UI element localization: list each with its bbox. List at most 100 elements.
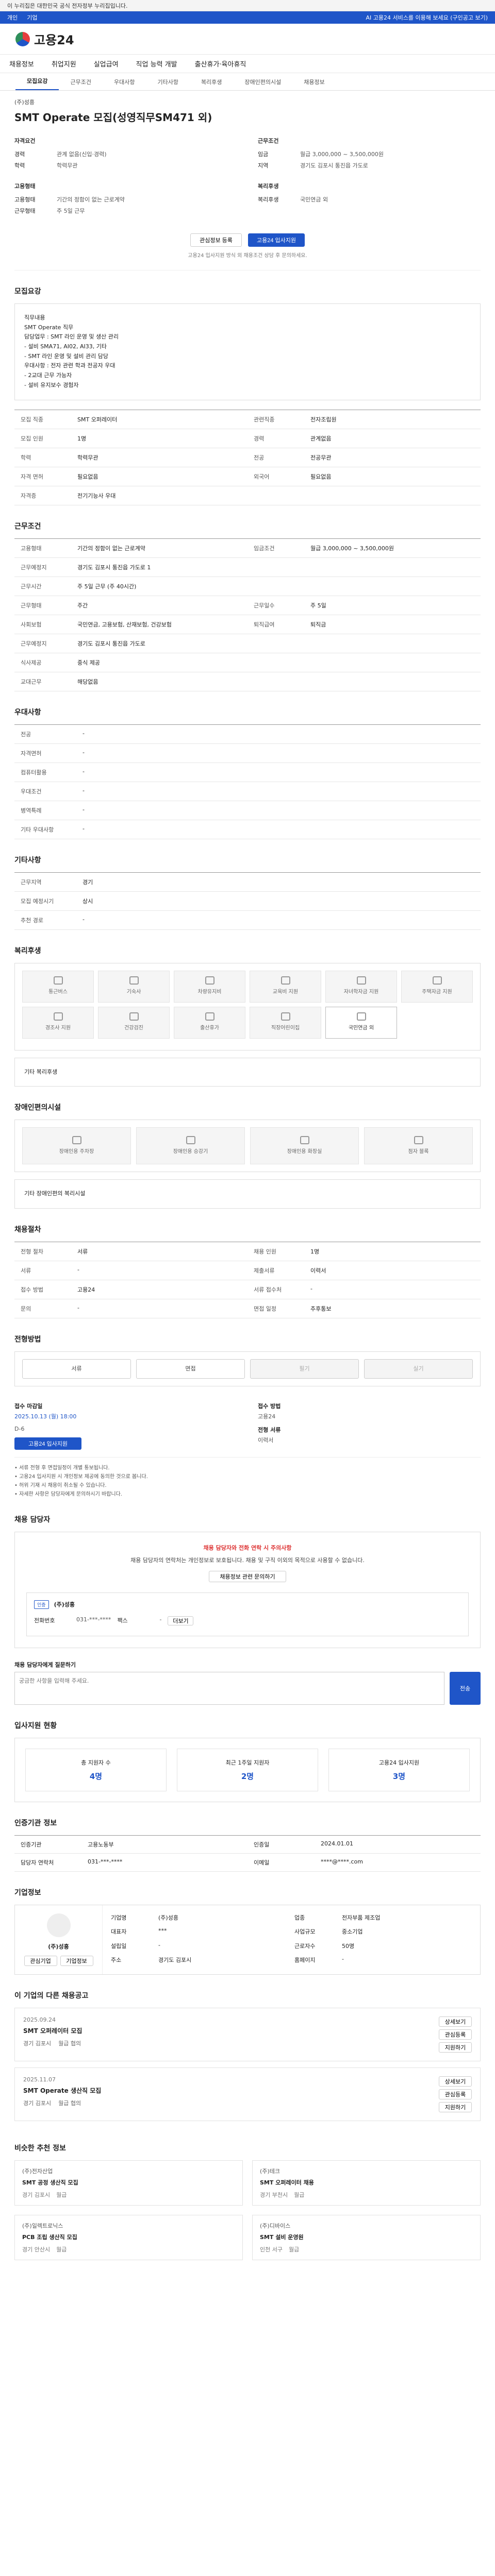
gov-notice-text: 이 누리집은 대한민국 공식 전자정부 누리집입니다. [7, 2, 128, 9]
apply-button[interactable]: 고용24 입사지원 [248, 233, 305, 247]
kv-row: 경력 관계 없음(신입·경력) [14, 151, 107, 158]
interest-button[interactable]: 관심등록 [439, 2089, 472, 2099]
contact-row: 전화번호 031-***-**** 팩스 - 더보기 [34, 1616, 461, 1625]
section-recommend: 비슷한 추천 정보 (주)전자산업 SMT 공정 생산직 모집 경기 김포시 월급 (… [14, 2127, 481, 2260]
inquiry-textarea[interactable] [14, 1671, 444, 1705]
main-nav: 채용정보 취업지원 실업급여 직업 능력 개발 출산휴가·육아휴직 [0, 55, 495, 73]
welfare-icon [129, 1012, 139, 1021]
save-interest-button[interactable]: 관심정보 등록 [190, 233, 242, 247]
contact-warning: 채용 담당자와 전화 연락 시 주의사항 채용 담당자의 연락처는 개인정보로 … [14, 1531, 481, 1648]
method-box: 서류 면접 필기 실기 [14, 1351, 481, 1386]
tab-company[interactable]: 기업 [27, 13, 37, 22]
job-title: SMT Operate 모집(성영직무SM471 외) [14, 111, 212, 124]
section-etc: 기타사항 근무지역 경기 모집 예정시기 상시 추천 경로 - [14, 839, 481, 930]
detail-button[interactable]: 상세보기 [439, 2016, 472, 2027]
stat-total: 총 지원자 수 4명 [25, 1748, 167, 1791]
nav-unemployment[interactable]: 실업급여 [94, 59, 119, 69]
section-title: 근무조건 [14, 522, 41, 531]
section-title: 인증기관 정보 [14, 1819, 57, 1827]
recommend-card[interactable]: (주)일렉트로닉스 PCB 조립 생산직 모집 경기 안산시 월급 [14, 2214, 243, 2260]
welfare-icon [280, 976, 290, 985]
recommend-card[interactable]: (주)테크 SMT 오퍼레이터 채용 경기 부천시 월급 [252, 2160, 481, 2206]
ai-service-link[interactable]: AI 고용24 서비스를 이용해 보세요 (구인공고 보기) [366, 13, 488, 22]
nav-support[interactable]: 취업지원 [52, 59, 76, 69]
apply-button-2[interactable]: 고용24 입사지원 [14, 1437, 81, 1450]
more-button[interactable]: 더보기 [168, 1616, 194, 1625]
kv-row: 임금 월급 3,000,000 ~ 3,500,000원 [258, 151, 384, 158]
tab-etc[interactable]: 기타사항 [146, 74, 189, 90]
contact-card: 인증 (주)성흥 전화번호 031-***-**** 팩스 - 더보기 [26, 1592, 469, 1636]
detail-button[interactable]: 상세보기 [439, 2076, 472, 2087]
facility-restroom: 장애인용 화장실 [250, 1127, 359, 1165]
section-method: 전형방법 서류 면접 필기 실기 [14, 1318, 481, 1386]
tab-facility[interactable]: 장애인편의시설 [233, 74, 292, 90]
recommend-card[interactable]: (주)디바이스 SMT 설비 운영원 인천 서구 월급 [252, 2214, 481, 2260]
kv-row: 근무형태 주 5일 근무 [14, 208, 85, 214]
recommend-card[interactable]: (주)전자산업 SMT 공정 생산직 모집 경기 김포시 월급 [14, 2160, 243, 2206]
welfare-icon [205, 976, 214, 985]
tab-individual[interactable]: 개인 [7, 13, 18, 22]
section-prefer: 우대사항 전공 - 자격면허 - 컴퓨터활용 - 우대조건 - 병역특례 - 기타 우대사… [14, 691, 481, 839]
welfare-box: 통근버스 기숙사 차량유지비 교육비 지원 자녀학자금 지원 주택자금 지원 경조사 지원 건… [14, 962, 481, 1050]
company-name: (주)성흥 [14, 99, 35, 106]
work-table: 고용형태 기간의 정함이 없는 근로계약 임금조건 월급 3,000,000 ~ 3,… [14, 538, 481, 691]
nav-training[interactable]: 직업 능력 개발 [136, 59, 177, 69]
method-document: 서류 [22, 1359, 131, 1379]
nav-leave[interactable]: 출산휴가·육아휴직 [195, 59, 246, 69]
apply-notes: • 서류 전형 후 면접일정이 개별 통보됩니다. • 고용24 입사지원 시 개… [14, 1456, 481, 1499]
action-bar: 관심정보 등록 고용24 입사지원 [14, 227, 481, 251]
apply-small-button[interactable]: 지원하기 [439, 2042, 472, 2053]
tab-prefer[interactable]: 우대사항 [103, 74, 146, 90]
company-details: 기업명 (주)성흥 업종 전자부품 제조업 대표자 *** 사업규모 중소기업 설립일 - 근로… [111, 1914, 381, 1964]
nav-jobs[interactable]: 채용정보 [9, 59, 34, 69]
kv-row: 지역 경기도 김포시 통진읍 가도로 [258, 162, 368, 169]
section-title: 기업정보 [14, 1888, 41, 1897]
company-info-button[interactable]: 기업정보 [60, 1955, 93, 1966]
send-button[interactable]: 전송 [450, 1671, 481, 1705]
kv-row: 학력 학력무관 [14, 162, 78, 169]
etc-table: 근무지역 경기 모집 예정시기 상시 추천 경로 - [14, 872, 481, 930]
facility-other: 기타 장애인편의 복리시설 [14, 1179, 481, 1209]
section-title: 채용 담당자 [14, 1515, 51, 1524]
deadline-label: 접수 마감일 [14, 1402, 43, 1410]
kv-row: 복리후생 국민연금 외 [258, 196, 328, 203]
tab-welfare[interactable]: 복리후생 [190, 74, 233, 90]
interest-button[interactable]: 관심등록 [439, 2029, 472, 2040]
apply-small-button[interactable]: 지원하기 [439, 2102, 472, 2112]
welfare-icon [280, 1012, 290, 1021]
group-title: 고용형태 [14, 183, 36, 190]
inquiry-link-button[interactable]: 채용정보 관련 문의하기 [209, 1570, 286, 1582]
section-title: 입사지원 현황 [14, 1721, 57, 1730]
welfare-item: 교육비 지원 [250, 970, 321, 1003]
tab-recruit[interactable]: 모집요강 [15, 73, 59, 90]
section-similar: 이 기업의 다른 채용공고 2025.09.24 SMT 오퍼레이터 모집 경기 김… [14, 1975, 481, 2121]
tab-process[interactable]: 채용정보 [292, 74, 336, 90]
welfare-item: 건강검진 [98, 1006, 170, 1039]
logo[interactable]: 고용24 [15, 30, 74, 48]
company-follow-button[interactable]: 관심기업 [24, 1955, 57, 1966]
section-stats: 입사지원 현황 총 지원자 수 4명 최근 1주일 지원자 2명 고용24 입사지원… [14, 1705, 481, 1802]
welfare-item: 차량유지비 [174, 970, 245, 1003]
list-item[interactable]: 2025.11.07 SMT Operate 생산직 모집 경기 김포시 월급 협의 … [14, 2067, 481, 2121]
section-title: 복리후생 [14, 946, 41, 955]
welfare-icon [356, 976, 366, 985]
welfare-item: 직장어린이집 [250, 1006, 321, 1039]
section-title: 이 기업의 다른 채용공고 [14, 1991, 89, 2000]
kv-row: 고용형태 기간의 정함이 없는 근로계약 [14, 196, 125, 203]
welfare-item: 출산휴가 [174, 1006, 245, 1039]
braille-icon [414, 1136, 423, 1144]
gov-notice-bar: 이 누리집은 대한민국 공식 전자정부 누리집입니다. [0, 0, 495, 11]
welfare-icon [53, 976, 63, 985]
facility-elevator: 장애인용 승강기 [136, 1127, 245, 1165]
welfare-icon-grid: 통근버스 기숙사 차량유지비 교육비 지원 자녀학자금 지원 주택자금 지원 경조사 지원 건… [22, 970, 473, 1039]
job-header: (주)성흥 SMT Operate 모집(성영직무SM471 외) 자격요건 경… [14, 91, 481, 218]
welfare-item: 주택자금 지원 [401, 970, 473, 1003]
docs-label: 전형 서류 [258, 1426, 281, 1433]
tab-work[interactable]: 근무조건 [59, 74, 102, 90]
stat-week: 최근 1주일 지원자 2명 [177, 1748, 318, 1791]
section-apply: 접수 마감일 2025.10.13 (월) 18:00 D-6 고용24 입사지… [14, 1386, 481, 1499]
list-item[interactable]: 2025.09.24 SMT 오퍼레이터 모집 경기 김포시 월급 협의 상세보기 관심… [14, 2007, 481, 2061]
restroom-icon [300, 1136, 309, 1144]
apply-note: 고용24 입사지원 방식 외 채용조건 상담 후 문의하세요. [14, 251, 481, 270]
welfare-item: 경조사 지원 [22, 1006, 94, 1039]
